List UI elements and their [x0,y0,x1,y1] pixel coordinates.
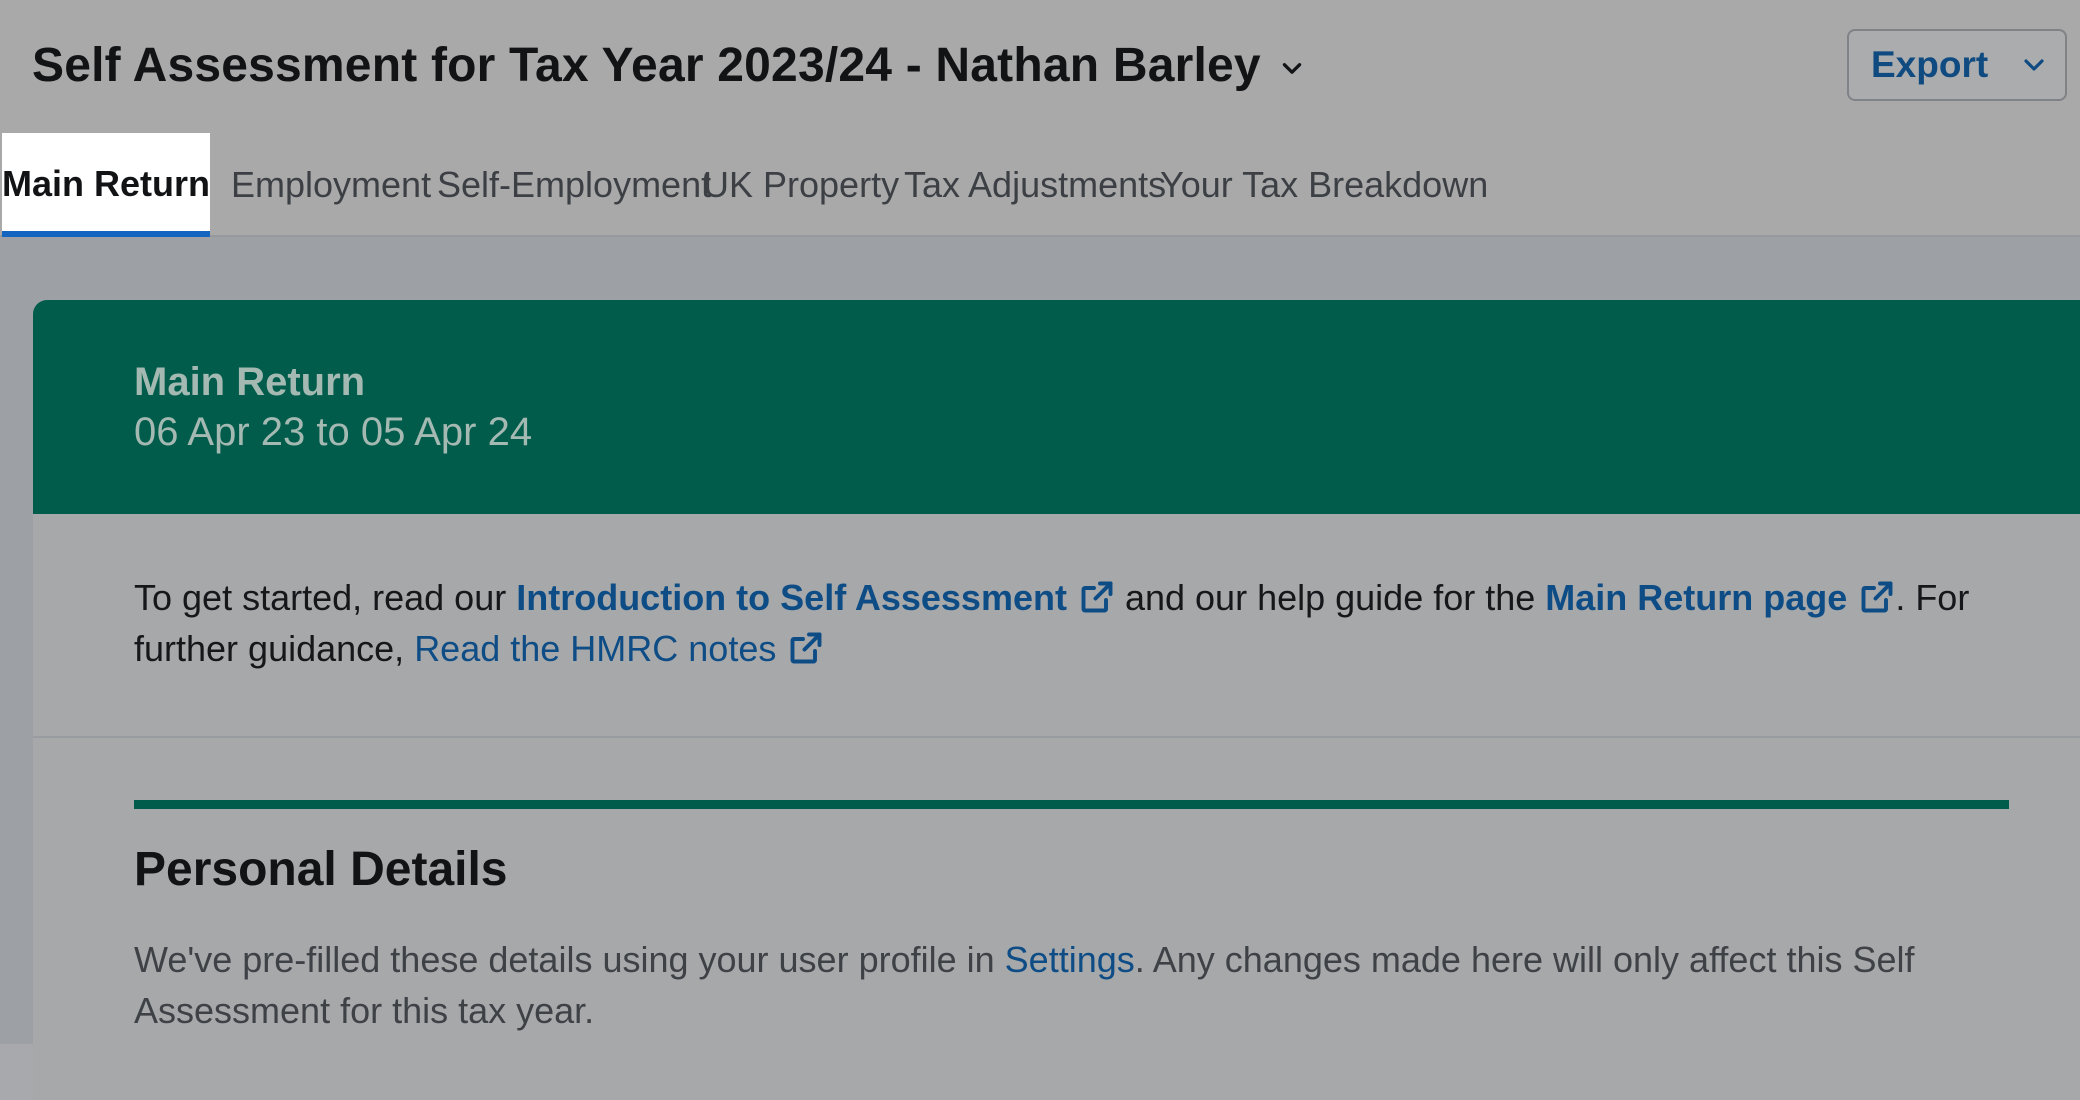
tab-label: Tax Adjustments [904,164,1167,205]
tab-label: Your Tax Breakdown [1160,164,1489,205]
tab-self-employment[interactable]: Self-Employment [437,133,711,237]
card-banner: Main Return 06 Apr 23 to 05 Apr 24 [33,300,2080,514]
tab-label: UK Property [703,164,900,205]
external-link-icon [790,632,822,664]
tab-main-return[interactable]: Main Return [2,133,210,237]
tab-uk-property[interactable]: UK Property [703,133,899,237]
main-return-page-link[interactable]: Main Return page [1545,577,1895,618]
page-title-dropdown[interactable]: Self Assessment for Tax Year 2023/24 - N… [32,38,1305,93]
link-label: Read the HMRC notes [414,628,777,669]
export-label: Export [1871,44,1989,85]
banner-dates: 06 Apr 23 to 05 Apr 24 [134,410,533,454]
hmrc-notes-link[interactable]: Read the HMRC notes [414,628,824,669]
page-title: Self Assessment for Tax Year 2023/24 - N… [32,39,1261,92]
tab-label: Self-Employment [437,164,712,205]
intro-section: To get started, read our Introduction to… [33,514,2080,738]
export-button[interactable]: Export [1847,29,2067,101]
intro-prefix: To get started, read our [134,577,517,618]
external-link-icon [1081,581,1113,613]
tab-your-tax-breakdown[interactable]: Your Tax Breakdown [1160,133,1488,237]
tab-label: Employment [231,164,432,205]
main-return-card: Main Return 06 Apr 23 to 05 Apr 24 To ge… [33,300,2080,1100]
page-header: Self Assessment for Tax Year 2023/24 - N… [0,0,2080,133]
intro-middle: and our help guide for the [1114,577,1546,618]
banner-title: Main Return [134,360,366,404]
link-label: Introduction to Self Assessment [516,577,1067,618]
section-description: We've pre-filled these details using you… [134,934,2054,1036]
link-label: Main Return page [1545,577,1848,618]
personal-details-section: Personal Details We've pre-filled these … [33,738,2080,1100]
intro-self-assessment-link[interactable]: Introduction to Self Assessment [516,577,1115,618]
desc-prefix: We've pre-filled these details using you… [134,939,1005,980]
external-link-icon [1861,581,1893,613]
section-divider [134,800,2009,809]
section-title: Personal Details [134,843,508,896]
settings-link[interactable]: Settings [1005,939,1135,980]
tab-label: Main Return [2,163,211,204]
chevron-down-icon [2024,59,2044,71]
tab-employment[interactable]: Employment [231,133,431,237]
tab-tax-adjustments[interactable]: Tax Adjustments [904,133,1166,237]
chevron-down-icon [1282,62,1302,74]
tab-bar: Main Return Employment Self-Employment U… [0,133,2080,237]
intro-text: To get started, read our Introduction to… [134,572,2054,674]
